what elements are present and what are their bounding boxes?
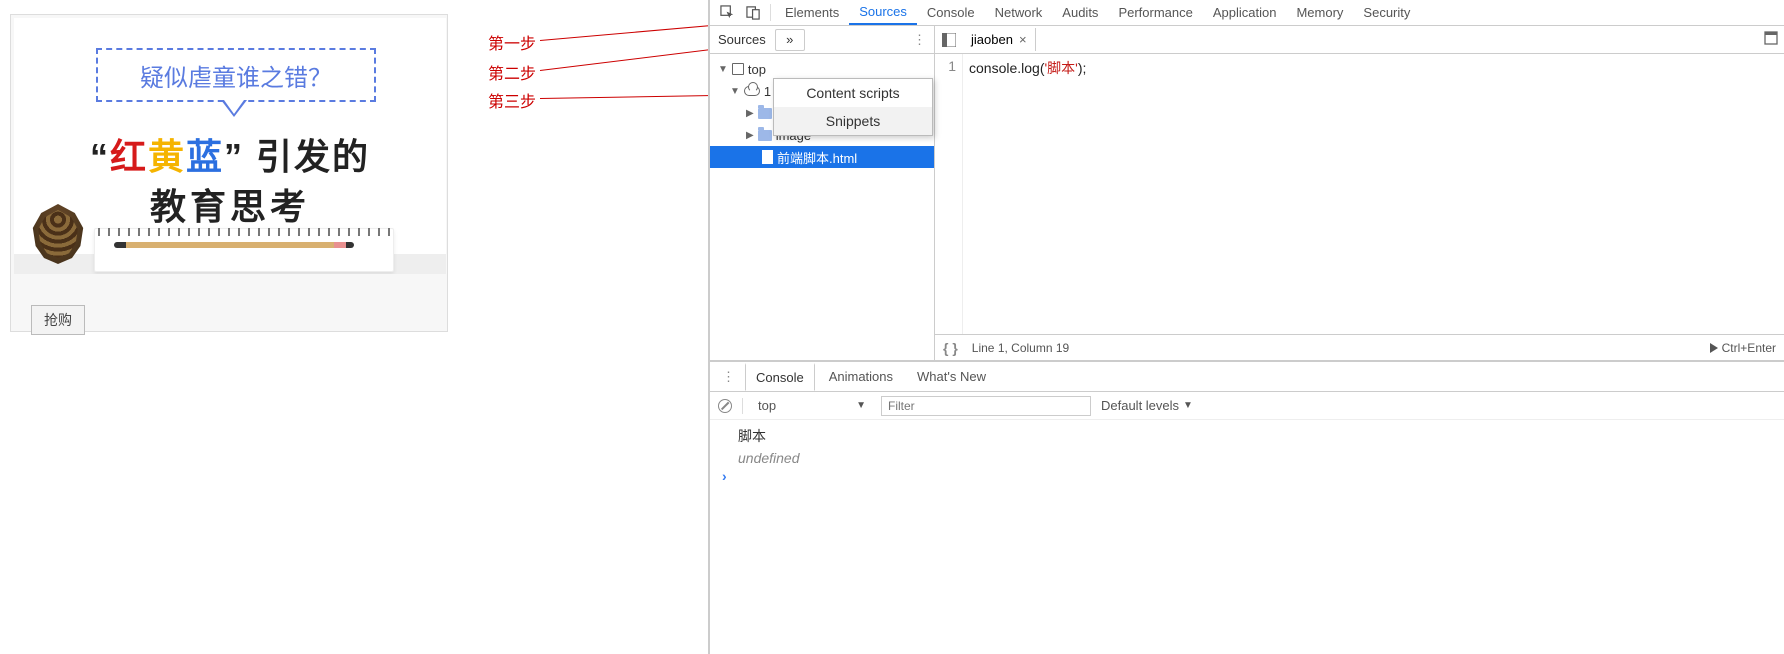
sources-subtab-dropdown: Content scripts Snippets [773, 78, 933, 136]
devtools-panel: Elements Sources Console Network Audits … [708, 0, 1784, 654]
log-levels-selector[interactable]: Default levels ▼ [1101, 398, 1193, 413]
drawer-tab-console[interactable]: Console [745, 363, 815, 391]
tab-audits[interactable]: Audits [1052, 0, 1108, 25]
editor-pane: jiaoben × 1 console.log('脚本'); { } Line … [935, 26, 1784, 360]
headline-line1: “红黄蓝” 引发的 [14, 128, 446, 180]
tab-elements[interactable]: Elements [775, 0, 849, 25]
console-prompt[interactable]: › [720, 468, 1774, 484]
pencil-decor [114, 242, 354, 248]
tab-sources[interactable]: Sources [849, 0, 917, 25]
chevron-down-icon: ▼ [730, 86, 740, 97]
tab-network[interactable]: Network [985, 0, 1053, 25]
file-icon [762, 150, 773, 164]
sidebar-tab-sources[interactable]: Sources [710, 28, 774, 51]
tab-performance[interactable]: Performance [1108, 0, 1202, 25]
tab-application[interactable]: Application [1203, 0, 1287, 25]
clear-console-icon[interactable] [718, 399, 732, 413]
chevron-down-icon: ▼ [1183, 400, 1193, 411]
console-output[interactable]: 脚本 undefined › [710, 420, 1784, 654]
cloud-icon [744, 86, 760, 96]
line-gutter: 1 [935, 54, 963, 334]
maximize-icon[interactable] [1764, 31, 1778, 48]
bubble-tail [224, 100, 244, 114]
editor-status-bar: { } Line 1, Column 19 Ctrl+Enter [935, 334, 1784, 360]
chevron-right-icon: ▶ [746, 108, 754, 119]
device-toggle-icon[interactable] [740, 0, 766, 25]
chevron-down-icon: ▼ [718, 64, 728, 75]
console-toolbar: top ▼ Default levels ▼ [710, 392, 1784, 420]
drawer: ⋮ Console Animations What's New top ▼ De… [710, 360, 1784, 654]
inspect-element-icon[interactable] [714, 0, 740, 25]
sources-sidebar: Sources » ⋮ ▼ top ▼ 1 ▶ vue [710, 26, 935, 360]
tab-memory[interactable]: Memory [1286, 0, 1353, 25]
pretty-print-icon[interactable]: { } [943, 340, 958, 356]
toggle-navigator-icon[interactable] [935, 33, 963, 47]
sidebar-tabbar: Sources » ⋮ [710, 26, 934, 54]
bubble-text: 疑似虐童谁之错？ [140, 58, 332, 93]
dropdown-item-snippets[interactable]: Snippets [774, 107, 932, 135]
article-image: 疑似虐童谁之错？ “红黄蓝” 引发的 教育思考 [14, 18, 446, 274]
cursor-position: Line 1, Column 19 [972, 341, 1069, 355]
tree-item-top[interactable]: ▼ top [710, 58, 934, 80]
context-selector[interactable]: top ▼ [753, 396, 871, 415]
step-3-label: 第三步 [488, 88, 536, 112]
chevron-down-icon: ▼ [856, 400, 866, 411]
filter-input[interactable] [881, 396, 1091, 416]
devtools-body: Sources » ⋮ ▼ top ▼ 1 ▶ vue [710, 26, 1784, 360]
devtools-tabbar: Elements Sources Console Network Audits … [710, 0, 1784, 26]
tab-console[interactable]: Console [917, 0, 985, 25]
drawer-tab-animations[interactable]: Animations [819, 364, 903, 389]
tab-security[interactable]: Security [1353, 0, 1420, 25]
folder-icon [758, 108, 772, 119]
buy-button[interactable]: 抢购 [31, 305, 85, 335]
tree-item-file-selected[interactable]: 前端脚本.html [710, 146, 934, 168]
step-2-label: 第二步 [488, 60, 536, 84]
close-icon[interactable]: × [1019, 32, 1027, 47]
sidebar-more-icon[interactable]: ⋮ [913, 32, 926, 48]
code-editor[interactable]: 1 console.log('脚本'); [935, 54, 1784, 334]
folder-icon [758, 130, 772, 141]
webpage-preview: 疑似虐童谁之错？ “红黄蓝” 引发的 教育思考 抢购 [10, 14, 448, 332]
speech-bubble: 疑似虐童谁之错？ [96, 48, 376, 102]
chevron-right-icon: ▶ [746, 130, 754, 141]
drawer-more-icon[interactable]: ⋮ [716, 369, 741, 385]
code-content[interactable]: console.log('脚本'); [963, 54, 1784, 334]
editor-tab-jiaoben[interactable]: jiaoben × [963, 28, 1036, 51]
sidebar-expand-button[interactable]: » [775, 29, 805, 51]
drawer-tab-whatsnew[interactable]: What's New [907, 364, 996, 389]
drawer-tabbar: ⋮ Console Animations What's New [710, 362, 1784, 392]
step-1-label: 第一步 [488, 30, 536, 54]
console-undefined-line: undefined [720, 448, 1774, 468]
run-snippet-button[interactable]: Ctrl+Enter [1710, 341, 1776, 355]
editor-tabbar: jiaoben × [935, 26, 1784, 54]
console-log-line: 脚本 [720, 424, 1774, 448]
dropdown-item-content-scripts[interactable]: Content scripts [774, 79, 932, 107]
page-frame-icon [732, 63, 744, 75]
play-icon [1710, 343, 1718, 353]
